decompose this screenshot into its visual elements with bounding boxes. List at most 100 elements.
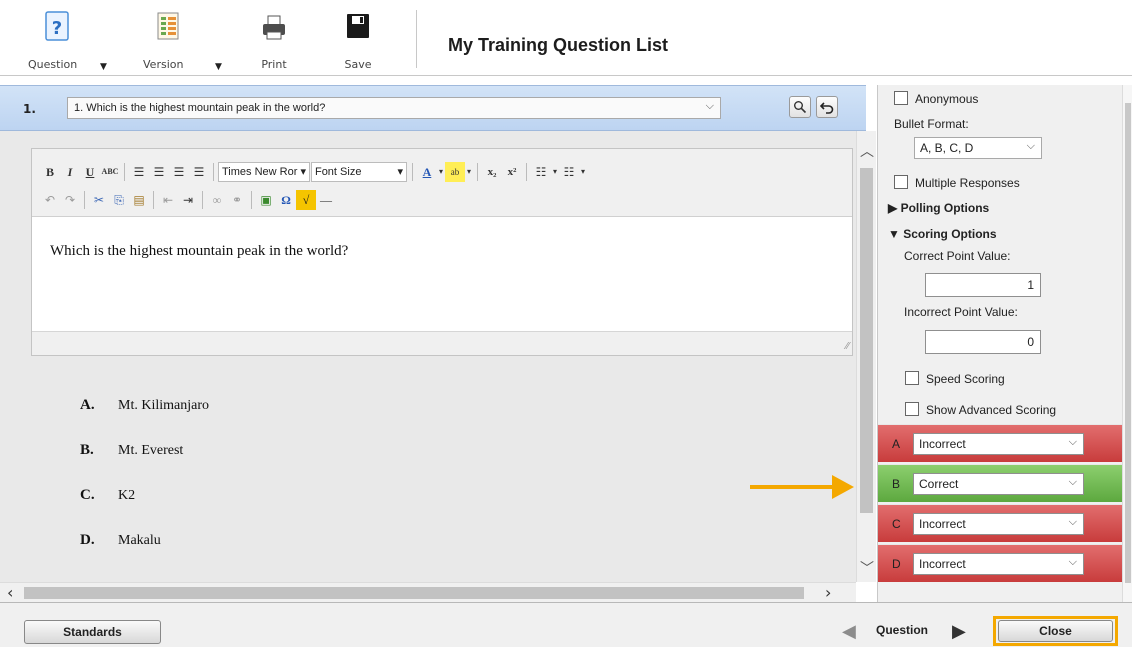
answer-status-row-d: D Incorrect ⌵ xyxy=(878,544,1123,582)
correct-point-label: Correct Point Value: xyxy=(904,249,1011,263)
main-toolbar: ? Question ▼ Version ▼ Print Save My Tra… xyxy=(0,0,1132,76)
cut-icon[interactable]: ✂ xyxy=(89,190,109,210)
copy-icon[interactable]: ⎘ xyxy=(109,190,129,210)
chevron-down-icon[interactable]: ▾ xyxy=(551,162,559,182)
answer-status-select[interactable]: Incorrect ⌵ xyxy=(913,433,1084,455)
print-button[interactable]: Print xyxy=(254,6,294,72)
redo-icon[interactable]: ↷ xyxy=(60,190,80,210)
editor-toolbar: B I U ABC ☰ ☰ ☰ ☰ Times New Ror ▾ Font S… xyxy=(32,149,852,217)
bullet-list-icon[interactable]: ☷ xyxy=(531,162,551,182)
scroll-thumb[interactable] xyxy=(860,168,873,513)
font-family-select[interactable]: Times New Ror ▾ xyxy=(218,162,310,182)
anonymous-checkbox[interactable] xyxy=(894,91,908,105)
equation-sqrt-icon[interactable]: √ xyxy=(296,190,316,210)
chevron-down-icon[interactable]: ▾ xyxy=(465,162,473,182)
align-justify-icon[interactable]: ☰ xyxy=(189,162,209,182)
paste-icon[interactable]: ▤ xyxy=(129,190,149,210)
toolbar-divider xyxy=(153,191,154,209)
incorrect-point-label: Incorrect Point Value: xyxy=(904,305,1018,319)
incorrect-point-input[interactable]: 0 xyxy=(925,330,1041,354)
chevron-down-icon[interactable]: ▼ xyxy=(100,62,107,72)
link-icon[interactable]: ∞ xyxy=(207,190,227,210)
bold-button[interactable]: B xyxy=(40,162,60,182)
toolbar-divider xyxy=(213,163,214,181)
scroll-thumb[interactable] xyxy=(24,587,804,599)
highlight-color-icon[interactable]: ab xyxy=(444,162,465,182)
undo-button[interactable] xyxy=(816,96,838,118)
chevron-up-icon[interactable]: ︿ xyxy=(860,141,874,161)
answer-item-d: D. Makalu xyxy=(80,532,161,549)
answer-status-letter: D xyxy=(892,557,901,571)
advanced-scoring-checkbox[interactable] xyxy=(905,402,919,416)
multiple-responses-checkbox[interactable] xyxy=(894,175,908,189)
anonymous-label: Anonymous xyxy=(915,92,979,106)
answer-status-select[interactable]: Incorrect ⌵ xyxy=(913,553,1084,575)
next-arrow-icon[interactable]: ▶ xyxy=(952,621,966,642)
scroll-thumb[interactable] xyxy=(1125,103,1131,583)
omega-special-char-icon[interactable]: Ω xyxy=(276,190,296,210)
strikethrough-button[interactable]: ABC xyxy=(100,162,120,182)
caret-right-icon: ▶ xyxy=(888,201,901,215)
previous-arrow-icon[interactable]: ◀ xyxy=(842,621,856,642)
chevron-down-icon[interactable]: ▾ xyxy=(579,162,587,182)
chevron-down-icon: ⌵ xyxy=(1026,140,1035,152)
underline-button[interactable]: U xyxy=(80,162,100,182)
indent-icon[interactable]: ⇥ xyxy=(178,190,198,210)
bullet-format-select[interactable]: A, B, C, D ⌵ xyxy=(914,137,1042,159)
answer-status-select[interactable]: Correct ⌵ xyxy=(913,473,1084,495)
answer-status-value: Incorrect xyxy=(919,437,966,451)
toolbar-divider xyxy=(525,163,527,181)
chevron-down-icon[interactable]: ﹀ xyxy=(860,558,874,578)
font-size-select[interactable]: Font Size ▾ xyxy=(310,162,407,182)
horizontal-rule-icon[interactable]: — xyxy=(316,190,336,210)
save-label: Save xyxy=(344,58,372,71)
answer-text: Makalu xyxy=(118,533,161,548)
answer-status-letter: A xyxy=(892,437,901,451)
answer-letter: B. xyxy=(80,442,94,458)
close-button[interactable]: Close xyxy=(998,620,1113,642)
chevron-left-icon[interactable]: ‹ xyxy=(7,583,13,602)
subscript-icon[interactable]: x₂ xyxy=(482,162,502,182)
resize-grip-icon[interactable]: ⁄⁄ xyxy=(846,341,849,352)
font-color-icon[interactable]: A xyxy=(417,162,437,182)
superscript-icon[interactable]: x² xyxy=(502,162,522,182)
standards-button[interactable]: Standards xyxy=(24,620,161,644)
content-horizontal-scrollbar[interactable]: ‹ › xyxy=(0,582,856,602)
version-label: Version xyxy=(143,58,184,71)
answer-status-value: Incorrect xyxy=(919,517,966,531)
question-label: Question xyxy=(28,58,78,71)
align-left-icon[interactable]: ☰ xyxy=(129,162,149,182)
answer-status-select[interactable]: Incorrect ⌵ xyxy=(913,513,1084,535)
printer-icon xyxy=(263,15,285,40)
font-size-value: Font Size xyxy=(314,166,362,178)
italic-button[interactable]: I xyxy=(60,162,80,182)
multiple-responses-label: Multiple Responses xyxy=(915,176,1020,190)
outdent-icon[interactable]: ⇤ xyxy=(158,190,178,210)
chevron-down-icon[interactable]: ▼ xyxy=(215,62,222,72)
search-button[interactable] xyxy=(789,96,811,118)
align-center-icon[interactable]: ☰ xyxy=(149,162,169,182)
unlink-icon[interactable]: ⚭ xyxy=(227,190,247,210)
scoring-options-toggle[interactable]: ▼ Scoring Options xyxy=(888,227,997,241)
undo-icon[interactable]: ↶ xyxy=(40,190,60,210)
version-button[interactable]: Version ▼ xyxy=(138,6,222,72)
save-button[interactable]: Save xyxy=(338,6,378,72)
numbered-list-icon[interactable]: ☷ xyxy=(559,162,579,182)
align-right-icon[interactable]: ☰ xyxy=(169,162,189,182)
settings-scrollbar[interactable] xyxy=(1122,85,1132,602)
question-icon: ? xyxy=(45,11,69,41)
chevron-down-icon[interactable]: ▾ xyxy=(437,162,445,182)
answer-item-b: B. Mt. Everest xyxy=(80,442,183,459)
polling-options-toggle[interactable]: ▶ Polling Options xyxy=(888,201,989,215)
answer-letter: D. xyxy=(80,532,95,548)
editor-body[interactable]: Which is the highest mountain peak in th… xyxy=(32,217,852,333)
chevron-right-icon[interactable]: › xyxy=(825,583,831,602)
bullet-format-label: Bullet Format: xyxy=(894,117,969,131)
correct-point-input[interactable]: 1 xyxy=(925,273,1041,297)
question-button[interactable]: ? Question ▼ xyxy=(22,6,107,72)
content-vertical-scrollbar[interactable]: ︿ ﹀ xyxy=(856,131,876,582)
question-select[interactable]: 1. Which is the highest mountain peak in… xyxy=(67,97,721,119)
speed-scoring-checkbox[interactable] xyxy=(905,371,919,385)
image-icon[interactable]: ▣ xyxy=(256,190,276,210)
advanced-scoring-label: Show Advanced Scoring xyxy=(926,403,1057,417)
